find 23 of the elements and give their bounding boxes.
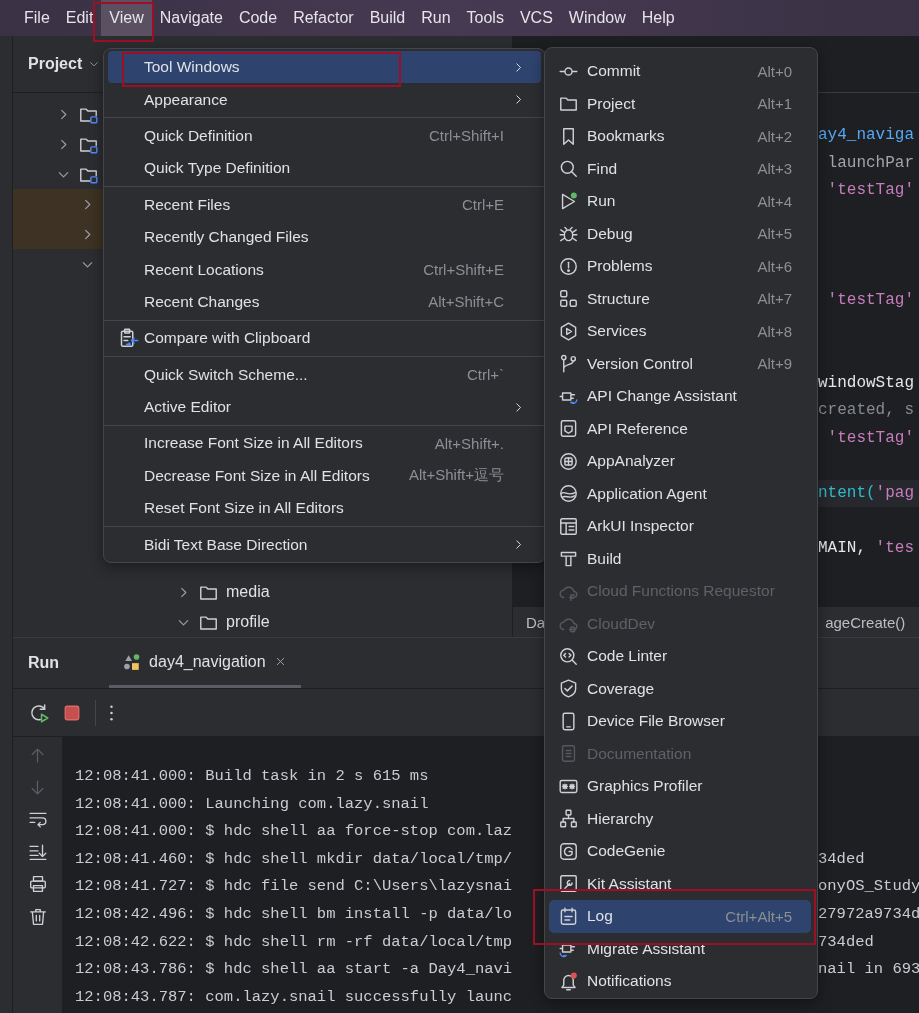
console-line: 734ded <box>818 931 874 953</box>
code-line: 'testTag' <box>826 290 914 311</box>
code-line: MAIN, 'tes <box>818 537 914 559</box>
console-line: 12:08:41.000: $ hdc shell aa force-stop com.laz <box>75 822 513 841</box>
console-line: nail in 693 <box>818 959 919 981</box>
code-line: launchPar <box>826 152 914 174</box>
code-line: windowStag <box>818 372 914 394</box>
console-line: 12:08:41.000: Launching com.lazy.snail <box>75 794 429 813</box>
code-line: ay4_naviga <box>818 125 914 146</box>
console-line: 12:08:41.727: $ hdc file send C:\Users\lazysnai <box>75 877 513 896</box>
console-line: 12:08:42.496: $ hdc shell bm install -p data/lo <box>75 904 513 923</box>
console-line: 34ded <box>818 848 865 870</box>
console-line: 12:08:43.787: com.lazy.snail successfully launc <box>75 987 513 1006</box>
code-line: 'testTag' <box>826 427 914 449</box>
console-line: 12:08:41.460: $ hdc shell mkdir data/local/tmp/ <box>75 849 513 868</box>
console-line: 12:08:42.622: $ hdc shell rm -rf data/local/tmp <box>75 932 513 951</box>
console-line: 27972a9734d <box>818 903 919 925</box>
console-line: 12:08:41.000: Build task in 2 s 615 ms <box>75 767 429 785</box>
code-line: 'testTag' <box>826 180 914 201</box>
code-line: created, s <box>818 400 914 421</box>
console-line: onyOS_Study <box>818 876 919 898</box>
console-line: 12:08:43.786: $ hdc shell aa start -a Day4_navi <box>75 960 513 979</box>
code-line: ntent('pag <box>818 482 914 504</box>
